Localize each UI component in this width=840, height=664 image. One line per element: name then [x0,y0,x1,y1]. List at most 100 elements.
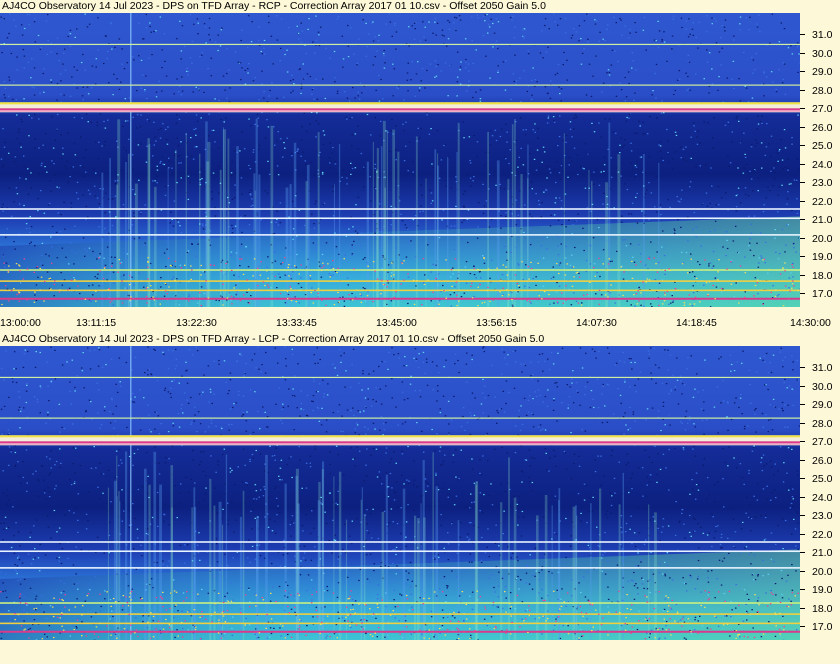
hot-pixel [445,297,447,299]
noise-pixel [746,610,748,612]
hot-pixel [180,267,183,269]
noise-pixel [406,479,408,481]
noise-pixel [33,591,36,593]
noise-pixel [634,384,636,386]
noise-pixel [196,120,199,122]
noise-pixel [767,272,769,274]
noise-pixel [296,25,298,27]
noise-pixel [23,155,25,157]
noise-pixel [665,467,667,469]
hot-pixel [607,263,610,265]
noise-pixel [365,433,367,435]
noise-pixel [23,165,25,167]
burst-streak [642,154,645,307]
noise-pixel [251,545,254,547]
noise-pixel [690,535,692,537]
noise-pixel [415,358,418,360]
noise-pixel [274,347,276,349]
noise-pixel [750,223,753,225]
noise-pixel [684,429,687,431]
noise-pixel [787,574,789,576]
noise-pixel [394,491,396,493]
noise-pixel [748,215,750,217]
noise-pixel [233,531,235,533]
noise-pixel [466,421,469,424]
noise-pixel [479,89,482,91]
noise-pixel [274,459,276,461]
noise-pixel [287,584,289,587]
noise-pixel [374,56,377,58]
noise-pixel [96,121,99,123]
noise-pixel [730,508,733,510]
hot-pixel [589,281,591,283]
noise-pixel [161,67,163,69]
noise-pixel [201,178,203,180]
noise-pixel [396,506,399,508]
noise-pixel [758,14,760,16]
noise-pixel [366,46,368,48]
noise-pixel [579,347,582,349]
noise-pixel [152,180,154,182]
noise-pixel [471,458,473,460]
noise-pixel [747,101,750,103]
hot-pixel [521,261,523,263]
interference-band-edge [0,108,800,111]
noise-pixel [651,461,653,463]
noise-pixel [739,397,742,399]
noise-pixel [671,295,673,297]
noise-pixel [98,98,100,100]
noise-pixel [45,253,47,255]
noise-pixel [440,70,442,72]
noise-pixel [763,204,765,206]
noise-pixel [125,361,128,364]
noise-pixel [408,572,410,574]
noise-pixel [783,381,785,384]
noise-pixel [140,59,143,61]
noise-pixel [237,61,240,63]
noise-pixel [3,94,5,96]
hot-pixel [390,275,393,277]
noise-pixel [273,251,275,253]
noise-pixel [240,354,243,357]
noise-pixel [222,75,225,77]
noise-pixel [22,461,24,463]
noise-pixel [406,227,408,229]
hot-pixel [111,300,113,302]
noise-pixel [669,577,671,579]
noise-pixel [2,166,4,168]
noise-pixel [521,618,523,620]
noise-pixel [784,426,786,428]
noise-pixel [8,187,11,189]
noise-pixel [38,147,40,149]
noise-pixel [41,264,44,266]
noise-pixel [15,99,18,101]
noise-pixel [602,554,604,556]
noise-pixel [93,168,95,171]
noise-pixel [6,503,8,505]
noise-pixel [301,487,303,489]
noise-pixel [252,151,255,153]
noise-pixel [346,97,349,99]
noise-pixel [590,95,593,97]
noise-pixel [383,429,386,431]
noise-pixel [744,193,747,195]
noise-pixel [572,370,574,372]
noise-pixel [773,177,776,180]
noise-pixel [780,22,783,24]
noise-pixel [706,205,709,207]
hot-pixel [743,296,746,298]
noise-pixel [408,45,410,47]
burst-streak [397,151,400,307]
noise-pixel [407,228,409,230]
hot-pixel [34,291,36,293]
noise-pixel [717,186,720,188]
noise-pixel [518,286,521,288]
noise-pixel [98,207,101,209]
noise-pixel [358,382,360,384]
noise-pixel [285,358,287,360]
noise-pixel [685,638,687,640]
noise-pixel [503,351,505,353]
noise-pixel [121,462,123,464]
noise-pixel [431,163,433,165]
noise-pixel [542,146,545,148]
